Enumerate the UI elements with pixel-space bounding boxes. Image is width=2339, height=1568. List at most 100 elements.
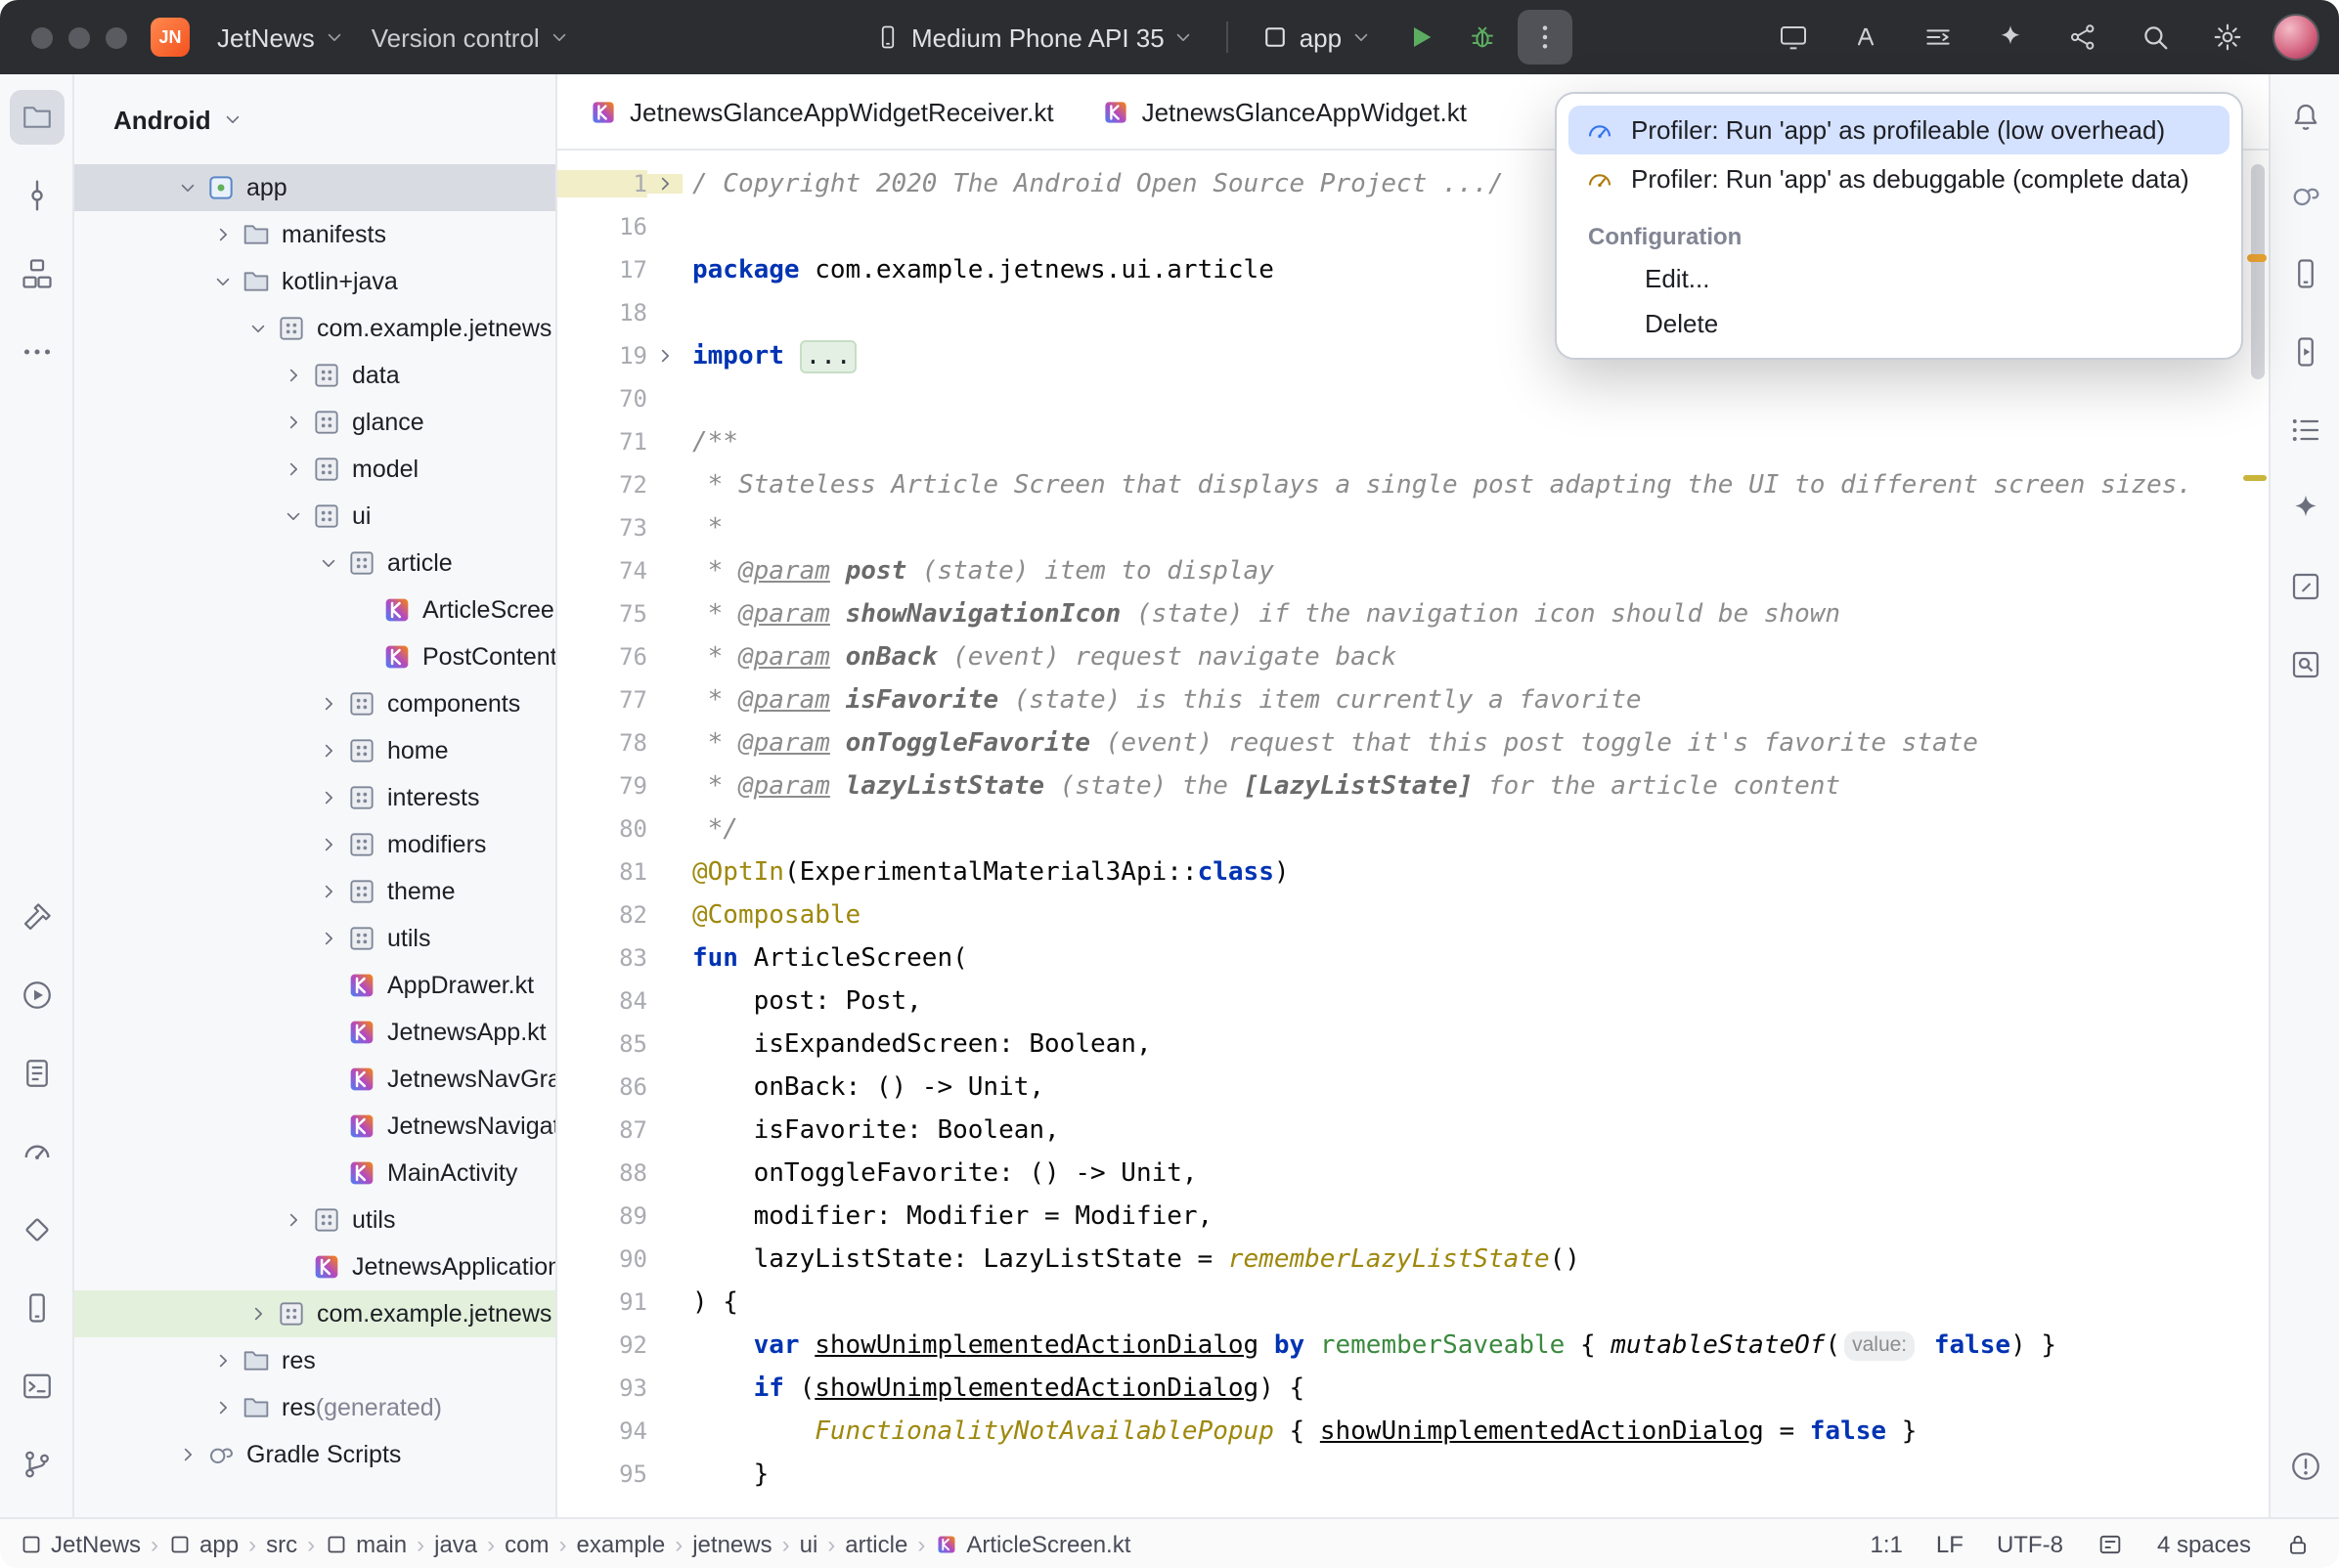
tree-item-glance[interactable]: glance xyxy=(74,399,555,446)
fold-gutter[interactable] xyxy=(647,346,683,366)
line-number[interactable]: 71 xyxy=(557,428,647,456)
tree-item-jetnewsnavgraph[interactable]: JetnewsNavGraph. xyxy=(74,1056,555,1103)
line-number[interactable]: 18 xyxy=(557,299,647,327)
line-number[interactable]: 94 xyxy=(557,1417,647,1445)
terminal-tool-button[interactable] xyxy=(9,1359,64,1414)
main-menu-button[interactable] xyxy=(1911,10,1965,65)
project-view-selector[interactable]: Android xyxy=(74,74,555,164)
line-number[interactable]: 91 xyxy=(557,1288,647,1316)
tree-item-model[interactable]: model xyxy=(74,446,555,493)
editor-tab-jetnewsglanceappwidget-kt[interactable]: JetnewsGlanceAppWidget.kt xyxy=(1078,75,1490,148)
build-tool-button[interactable] xyxy=(9,890,64,944)
line-number[interactable]: 82 xyxy=(557,901,647,929)
share-project-button[interactable] xyxy=(2055,10,2110,65)
project-tool-button[interactable] xyxy=(9,90,64,145)
logcat-tool-button[interactable] xyxy=(9,1046,64,1101)
zoom-window-button[interactable] xyxy=(106,26,127,48)
ai-assistant-button[interactable] xyxy=(1983,10,2038,65)
line-number[interactable]: 72 xyxy=(557,471,647,499)
tree-item-article[interactable]: article xyxy=(74,540,555,587)
indent-widget[interactable]: 4 spaces xyxy=(2157,1530,2251,1557)
code-with-me-button[interactable] xyxy=(1838,10,1893,65)
editor-scrollbar[interactable] xyxy=(2251,164,2265,379)
line-number[interactable]: 83 xyxy=(557,944,647,972)
breadcrumb-item-ui[interactable]: ui xyxy=(800,1530,818,1557)
tree-item-interests[interactable]: interests xyxy=(74,774,555,821)
user-avatar[interactable] xyxy=(2273,14,2319,61)
line-number[interactable]: 78 xyxy=(557,729,647,757)
line-number[interactable]: 95 xyxy=(557,1460,647,1488)
popup-item-profiler-run-app-as-profileable-low-overhe[interactable]: Profiler: Run 'app' as profileable (low … xyxy=(1568,106,2229,154)
line-number[interactable]: 76 xyxy=(557,643,647,671)
tree-item-jetnewsapplication[interactable]: JetnewsApplication xyxy=(74,1243,555,1290)
popup-item-profiler-run-app-as-debuggable-complete-da[interactable]: Profiler: Run 'app' as debuggable (compl… xyxy=(1568,154,2229,203)
tree-item-mainactivity[interactable]: MainActivity xyxy=(74,1150,555,1197)
line-number[interactable]: 77 xyxy=(557,686,647,714)
breadcrumb-item-jetnews[interactable]: jetnews xyxy=(692,1530,772,1557)
gemini-tool-button[interactable] xyxy=(2277,481,2332,536)
breadcrumb-item-article[interactable]: article xyxy=(845,1530,907,1557)
tree-item-app[interactable]: app xyxy=(74,164,555,211)
popup-action-edit[interactable]: Edit... xyxy=(1568,256,2229,301)
line-number[interactable]: 89 xyxy=(557,1202,647,1230)
line-number[interactable]: 1 xyxy=(557,170,647,197)
tree-item-postcontent-kt[interactable]: PostContent.kt xyxy=(74,633,555,680)
line-number[interactable]: 74 xyxy=(557,557,647,585)
line-number[interactable]: 70 xyxy=(557,385,647,413)
tree-item-jetnewsnavigation[interactable]: JetnewsNavigation xyxy=(74,1103,555,1150)
tree-item-res[interactable]: res (generated) xyxy=(74,1384,555,1431)
fold-gutter[interactable] xyxy=(647,174,683,194)
tree-item-theme[interactable]: theme xyxy=(74,868,555,915)
readonly-lock-widget[interactable] xyxy=(2284,1530,2312,1557)
breadcrumb-item-articlescreen-kt[interactable]: ArticleScreen.kt xyxy=(935,1530,1130,1557)
line-number[interactable]: 17 xyxy=(557,256,647,283)
line-number[interactable]: 85 xyxy=(557,1030,647,1058)
line-number[interactable]: 92 xyxy=(557,1331,647,1359)
line-number[interactable]: 75 xyxy=(557,600,647,628)
breadcrumb-item-example[interactable]: example xyxy=(577,1530,666,1557)
layout-inspector-tool-button[interactable] xyxy=(2277,559,2332,614)
services-tool-button[interactable] xyxy=(9,968,64,1023)
line-number[interactable]: 86 xyxy=(557,1073,647,1101)
breadcrumb-item-app[interactable]: app xyxy=(168,1530,239,1557)
breadcrumb-item-jetnews[interactable]: JetNews xyxy=(20,1530,141,1557)
line-number[interactable]: 87 xyxy=(557,1116,647,1144)
tree-item-com-example-jetnews[interactable]: com.example.jetnews xyxy=(74,305,555,352)
settings-button[interactable] xyxy=(2200,10,2255,65)
device-explorer-tool-button[interactable] xyxy=(9,1281,64,1335)
running-devices-tool-button[interactable] xyxy=(2277,325,2332,379)
breadcrumb-item-main[interactable]: main xyxy=(325,1530,407,1557)
tree-item-ui[interactable]: ui xyxy=(74,493,555,540)
tree-item-data[interactable]: data xyxy=(74,352,555,399)
tree-item-com-example-jetnews-an[interactable]: com.example.jetnews (an xyxy=(74,1290,555,1337)
run-configuration-button[interactable]: app xyxy=(1249,12,1385,63)
line-number[interactable]: 81 xyxy=(557,858,647,886)
tree-item-gradle-scripts[interactable]: Gradle Scripts xyxy=(74,1431,555,1478)
app-inspection-tool-button[interactable] xyxy=(9,1202,64,1257)
commit-tool-button[interactable] xyxy=(9,168,64,223)
code-style-widget[interactable] xyxy=(2096,1530,2124,1557)
project-menu-button[interactable]: JetNews xyxy=(203,12,358,63)
popup-action-delete[interactable]: Delete xyxy=(1568,301,2229,346)
more-tool-windows-tool-button[interactable] xyxy=(9,325,64,379)
search-everywhere-button[interactable] xyxy=(2128,10,2183,65)
more-run-options-button[interactable] xyxy=(1518,10,1572,65)
line-number[interactable]: 16 xyxy=(557,213,647,240)
tree-item-modifiers[interactable]: modifiers xyxy=(74,821,555,868)
debug-button[interactable] xyxy=(1455,10,1510,65)
minimize-window-button[interactable] xyxy=(68,26,90,48)
line-number[interactable]: 90 xyxy=(557,1245,647,1273)
tree-item-jetnewsapp-kt[interactable]: JetnewsApp.kt xyxy=(74,1009,555,1056)
gradle-tool-button[interactable] xyxy=(2277,168,2332,223)
device-selector-button[interactable]: Medium Phone API 35 xyxy=(861,12,1208,63)
device-mirroring-button[interactable] xyxy=(1766,10,1821,65)
tree-item-res[interactable]: res xyxy=(74,1337,555,1384)
close-window-button[interactable] xyxy=(31,26,53,48)
notifications-tool-button[interactable] xyxy=(2277,90,2332,145)
tree-item-utils[interactable]: utils xyxy=(74,1197,555,1243)
tree-item-home[interactable]: home xyxy=(74,727,555,774)
profiler-tool-button[interactable] xyxy=(9,1124,64,1179)
app-quality-insights-tool-button[interactable] xyxy=(2277,637,2332,692)
run-button[interactable] xyxy=(1392,10,1447,65)
line-number[interactable]: 19 xyxy=(557,342,647,370)
